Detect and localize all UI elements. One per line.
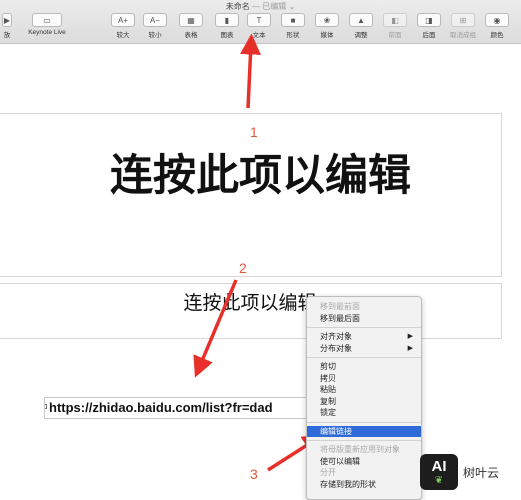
menu-item[interactable]: 存储到我的形状: [307, 479, 421, 491]
toolbar-button-label: 较大: [116, 32, 130, 39]
send-back-icon: ◨: [417, 13, 441, 27]
watermark-logo-text: AI: [431, 457, 447, 475]
step-number-1: 1: [250, 124, 258, 140]
toolbar-button-label: 图表: [220, 32, 234, 39]
toolbar-button-label: 取消成组: [450, 32, 476, 39]
toolbar-button-bring-front[interactable]: ◧ 前面: [380, 13, 410, 43]
toolbar-button-label: 较小: [148, 32, 162, 39]
menu-item: 将母版重新应用到对象: [307, 444, 421, 456]
menu-item-label: 分布对象: [320, 343, 352, 353]
ungroup-icon: ⊞: [451, 13, 475, 27]
document-status: — 已编辑 ⌄: [252, 2, 296, 11]
document-title: 未命名 — 已编辑 ⌄: [0, 1, 521, 12]
menu-item[interactable]: 锁定: [307, 407, 421, 419]
color-wheel-icon: ◉: [485, 13, 509, 27]
toolbar: 未命名 — 已编辑 ⌄ ▶ 放 ▭ Keynote Live A+ 较大 A− 较小 ▦ 表格 ▮ 图…: [0, 0, 521, 44]
leaf-icon: ❦: [434, 474, 444, 486]
menu-item-label: 锁定: [320, 408, 336, 417]
keynote-window: 未命名 — 已编辑 ⌄ ▶ 放 ▭ Keynote Live A+ 较大 A− 较小 ▦ 表格 ▮ 图…: [0, 0, 521, 500]
menu-item: 分开: [307, 467, 421, 479]
menu-item-label: 拷贝: [320, 373, 336, 383]
media-icon: ❀: [315, 13, 339, 27]
subtitle-text[interactable]: 连按此项以编辑: [0, 288, 501, 315]
menu-item-label: 移到最后面: [320, 313, 360, 323]
font-larger-icon: A+: [111, 13, 135, 27]
submenu-arrow-icon: ▶: [407, 333, 413, 340]
menu-separator: [307, 327, 421, 328]
menu-item[interactable]: 对齐对象 ▶: [307, 331, 421, 343]
toolbar-button-label: 表格: [184, 32, 198, 39]
menu-item-label: 编辑链接: [320, 426, 352, 436]
adjust-icon: ▲: [349, 13, 373, 27]
toolbar-button-label: 形状: [286, 32, 300, 39]
toolbar-button-ungroup[interactable]: ⊞ 取消成组: [448, 13, 478, 43]
toolbar-button-font-smaller[interactable]: A− 较小: [140, 13, 170, 43]
bring-front-icon: ◧: [383, 13, 407, 27]
menu-item[interactable]: 移到最后面: [307, 313, 421, 325]
step-number-2: 2: [239, 260, 247, 276]
watermark: AI ❦ 树叶云: [420, 452, 521, 492]
watermark-logo: AI ❦: [420, 454, 458, 490]
toolbar-button-label: 调整: [354, 32, 368, 39]
text-icon: T: [247, 13, 271, 27]
toolbar-button-label: 文本: [252, 32, 266, 39]
slide-canvas[interactable]: 连按此项以编辑 连按此项以编辑 https://zhidao.baidu.com…: [0, 45, 521, 500]
toolbar-button-chart[interactable]: ▮ 图表: [212, 13, 242, 43]
document-name: 未命名: [225, 2, 250, 11]
menu-item: 移到最前面: [307, 301, 421, 313]
menu-item-label: 分开: [320, 468, 336, 477]
keynote-live-icon: ▭: [32, 13, 62, 27]
menu-item[interactable]: 复制: [307, 396, 421, 408]
subtitle-placeholder[interactable]: 连按此项以编辑: [0, 283, 502, 339]
toolbar-button-label: 放: [3, 32, 11, 39]
menu-item-label: 使可以编辑: [320, 456, 360, 466]
toolbar-button-keynote-live[interactable]: ▭ Keynote Live: [22, 13, 72, 43]
title-text[interactable]: 连按此项以编辑: [0, 141, 521, 203]
menu-item-edit-link[interactable]: 编辑链接: [307, 425, 421, 437]
watermark-site-name: 树叶云: [463, 465, 500, 480]
selection-handle[interactable]: [45, 404, 47, 409]
toolbar-button-label: 媒体: [320, 32, 334, 39]
font-smaller-icon: A−: [143, 13, 167, 27]
menu-item[interactable]: 分布对象 ▶: [307, 343, 421, 355]
toolbar-button-shape[interactable]: ■ 形状: [278, 13, 308, 43]
menu-item[interactable]: 粘贴: [307, 384, 421, 396]
toolbar-button-label: Keynote Live: [28, 29, 66, 36]
menu-item[interactable]: 使可以编辑: [307, 456, 421, 468]
step-number-3: 3: [250, 466, 258, 482]
link-text[interactable]: https://zhidao.baidu.com/list?fr=dad: [49, 400, 273, 415]
toolbar-button-text[interactable]: T 文本: [244, 13, 274, 43]
toolbar-button-adjust[interactable]: ▲ 调整: [346, 13, 376, 43]
toolbar-button-send-back[interactable]: ◨ 后面: [414, 13, 444, 43]
toolbar-button-label: 颜色: [490, 32, 504, 39]
menu-item-label: 剪切: [320, 362, 336, 371]
toolbar-button-label: 后面: [422, 32, 436, 39]
menu-item[interactable]: 拷贝: [307, 373, 421, 385]
menu-separator: [307, 357, 421, 358]
menu-item-label: 移到最前面: [320, 302, 360, 311]
toolbar-button-table[interactable]: ▦ 表格: [176, 13, 206, 43]
toolbar-button-color-wheel[interactable]: ◉ 颜色: [482, 13, 512, 43]
menu-item[interactable]: 剪切: [307, 361, 421, 373]
menu-item-label: 存储到我的形状: [320, 479, 376, 489]
link-text-box[interactable]: https://zhidao.baidu.com/list?fr=dad: [44, 397, 324, 419]
shape-icon: ■: [281, 13, 305, 27]
menu-item-label: 粘贴: [320, 385, 336, 394]
menu-separator: [307, 440, 421, 441]
toolbar-button-play[interactable]: ▶ 放: [0, 13, 14, 43]
context-menu: 移到最前面移到最后面对齐对象 ▶ 分布对象 ▶ 剪切拷贝粘贴复制锁定编辑链接将母版重新应…: [306, 296, 422, 500]
play-icon: ▶: [2, 13, 12, 27]
table-icon: ▦: [179, 13, 203, 27]
menu-item-label: 将母版重新应用到对象: [320, 445, 400, 454]
menu-separator: [307, 421, 421, 423]
toolbar-button-font-larger[interactable]: A+ 较大: [108, 13, 138, 43]
toolbar-button-label: 前面: [388, 32, 402, 39]
submenu-arrow-icon: ▶: [407, 344, 413, 352]
menu-item-label: 复制: [320, 396, 336, 406]
toolbar-button-media[interactable]: ❀ 媒体: [312, 13, 342, 43]
chart-icon: ▮: [215, 13, 239, 27]
menu-item-label: 对齐对象: [320, 332, 352, 341]
